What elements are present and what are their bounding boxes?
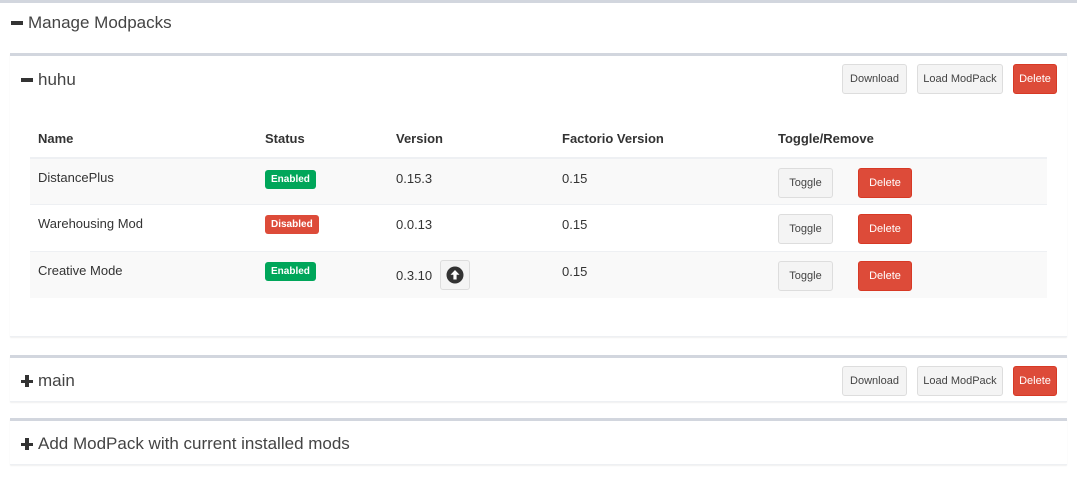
add-modpack-box: Add ModPack with current installed mods [10, 418, 1067, 465]
modpack-header-huhu[interactable]: huhu [20, 68, 76, 92]
mod-name: DistancePlus [38, 170, 114, 185]
expand-icon[interactable] [20, 437, 34, 451]
factorio-version: 0.15 [562, 264, 588, 279]
modpack-header-main[interactable]: main [20, 369, 75, 393]
table-row: DistancePlus Enabled 0.15.3 0.15 Toggle … [30, 157, 1047, 204]
update-mod-button[interactable] [440, 260, 470, 290]
manage-modpacks-header[interactable]: Manage Modpacks [10, 11, 172, 35]
column-header-factorio-version: Factorio Version [562, 131, 664, 146]
modpack-box-main: main Download Load ModPack Delete [10, 355, 1067, 402]
factorio-version: 0.15 [562, 217, 588, 232]
download-button[interactable]: Download [842, 64, 907, 94]
panel-title: Manage Modpacks [28, 13, 172, 32]
mod-name: Warehousing Mod [38, 216, 144, 231]
add-modpack-title: Add ModPack with current installed mods [38, 434, 350, 453]
status-badge: Enabled [265, 262, 316, 281]
mod-version: 0.15.3 [396, 171, 433, 186]
collapse-icon[interactable] [20, 73, 34, 87]
status-badge: Disabled [265, 215, 319, 234]
arrow-circle-up-icon [446, 266, 464, 284]
delete-modpack-button[interactable]: Delete [1013, 64, 1057, 94]
expand-icon[interactable] [20, 374, 34, 388]
modpack-name: huhu [38, 70, 76, 89]
load-modpack-button[interactable]: Load ModPack [917, 366, 1003, 396]
delete-mod-button[interactable]: Delete [858, 214, 912, 244]
mod-version: 0.3.10 [396, 268, 433, 283]
delete-mod-button[interactable]: Delete [858, 261, 912, 291]
column-header-name: Name [38, 131, 74, 146]
delete-mod-button[interactable]: Delete [858, 168, 912, 198]
table-row: Creative Mode Enabled 0.3.10 0.15 Toggle… [30, 251, 1047, 298]
modpack-name: main [38, 371, 75, 390]
add-modpack-header[interactable]: Add ModPack with current installed mods [20, 432, 350, 456]
status-badge: Enabled [265, 170, 316, 189]
factorio-version: 0.15 [562, 171, 588, 186]
download-button[interactable]: Download [842, 366, 907, 396]
toggle-button[interactable]: Toggle [778, 214, 833, 244]
collapse-icon[interactable] [10, 16, 24, 30]
manage-modpacks-panel: Manage Modpacks huhu Download Load ModPa… [0, 0, 1077, 492]
toggle-button[interactable]: Toggle [778, 168, 833, 198]
column-header-version: Version [396, 131, 443, 146]
table-row: Warehousing Mod Disabled 0.0.13 0.15 Tog… [30, 204, 1047, 251]
column-header-status: Status [265, 131, 305, 146]
mod-name: Creative Mode [38, 263, 123, 278]
load-modpack-button[interactable]: Load ModPack [917, 64, 1003, 94]
mod-version: 0.0.13 [396, 217, 433, 232]
toggle-button[interactable]: Toggle [778, 261, 833, 291]
delete-modpack-button[interactable]: Delete [1013, 366, 1057, 396]
column-header-toggle-remove: Toggle/Remove [778, 131, 874, 146]
